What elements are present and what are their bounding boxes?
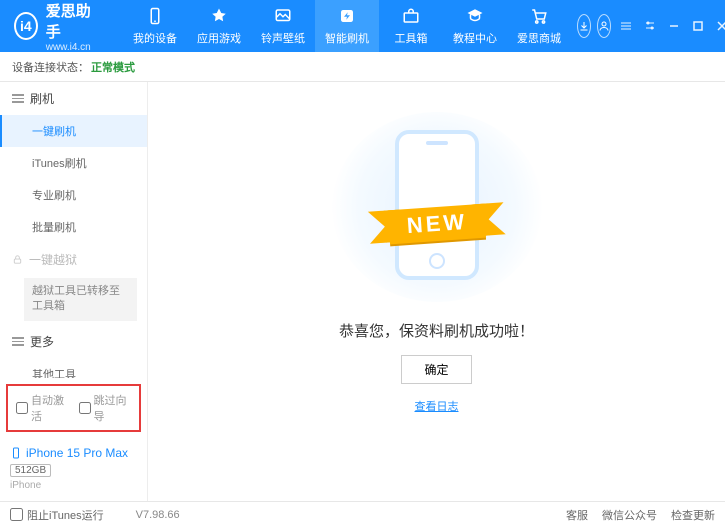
sidebar-cat-more[interactable]: 更多 <box>0 325 147 358</box>
logo-icon: i4 <box>14 12 38 40</box>
apps-icon <box>209 6 229 26</box>
sidebar-item-other[interactable]: 其他工具 <box>0 358 147 378</box>
nav-toolbox[interactable]: 工具箱 <box>379 0 443 52</box>
top-nav: 我的设备 应用游戏 铃声壁纸 智能刷机 工具箱 教程中心 爱思商城 <box>123 0 571 52</box>
device-info: iPhone 15 Pro Max 512GB iPhone <box>0 440 147 501</box>
status-value: 正常模式 <box>91 59 135 75</box>
graduation-icon <box>465 6 485 26</box>
hamburger-icon <box>12 94 24 103</box>
main-content: NEW 恭喜您，保资料刷机成功啦！ 确定 查看日志 <box>148 82 725 501</box>
new-ribbon: NEW <box>387 204 485 245</box>
nav-apps[interactable]: 应用游戏 <box>187 0 251 52</box>
connection-status-bar: 设备连接状态： 正常模式 <box>0 52 725 82</box>
skip-guide-checkbox[interactable]: 跳过向导 <box>79 392 132 424</box>
device-type: iPhone <box>10 480 137 491</box>
hamburger-icon <box>12 337 24 346</box>
nav-ringtones[interactable]: 铃声壁纸 <box>251 0 315 52</box>
device-name[interactable]: iPhone 15 Pro Max <box>10 446 137 460</box>
cart-icon <box>529 6 549 26</box>
window-controls <box>619 19 725 33</box>
toolbox-icon <box>401 6 421 26</box>
settings-icon[interactable] <box>643 19 657 33</box>
image-icon <box>273 6 293 26</box>
footer: 阻止iTunes运行 V7.98.66 客服 微信公众号 检查更新 <box>0 501 725 527</box>
maximize-button[interactable] <box>691 19 705 33</box>
phone-small-icon <box>10 447 22 459</box>
nav-my-device[interactable]: 我的设备 <box>123 0 187 52</box>
menu-icon[interactable] <box>619 19 633 33</box>
download-button[interactable] <box>577 14 591 38</box>
flash-icon <box>337 6 357 26</box>
footer-support[interactable]: 客服 <box>566 507 588 523</box>
auto-activate-checkbox[interactable]: 自动激活 <box>16 392 69 424</box>
close-button[interactable] <box>715 19 725 33</box>
app-logo: i4 爱思助手 www.i4.cn <box>14 0 95 53</box>
brand-url: www.i4.cn <box>46 42 95 53</box>
sidebar-item-oneclick[interactable]: 一键刷机 <box>0 115 147 147</box>
version-label: V7.98.66 <box>136 509 180 521</box>
user-button[interactable] <box>597 14 611 38</box>
confirm-button[interactable]: 确定 <box>401 355 471 384</box>
nav-tutorials[interactable]: 教程中心 <box>443 0 507 52</box>
block-itunes-checkbox[interactable]: 阻止iTunes运行 <box>10 507 104 523</box>
status-label: 设备连接状态： <box>12 59 89 75</box>
sidebar-cat-flash[interactable]: 刷机 <box>0 82 147 115</box>
success-message: 恭喜您，保资料刷机成功啦！ <box>339 320 534 341</box>
phone-icon <box>145 6 165 26</box>
sidebar: 刷机 一键刷机 iTunes刷机 专业刷机 批量刷机 一键越狱 越狱工具已转移至… <box>0 82 148 501</box>
title-bar: i4 爱思助手 www.i4.cn 我的设备 应用游戏 铃声壁纸 智能刷机 工具… <box>0 0 725 52</box>
device-storage: 512GB <box>10 464 51 477</box>
sidebar-cat-jailbreak: 一键越狱 <box>0 243 147 276</box>
sidebar-item-batch[interactable]: 批量刷机 <box>0 211 147 243</box>
brand-name: 爱思助手 <box>46 0 95 42</box>
sidebar-item-pro[interactable]: 专业刷机 <box>0 179 147 211</box>
footer-update[interactable]: 检查更新 <box>671 507 715 523</box>
sidebar-jail-note: 越狱工具已转移至工具箱 <box>24 278 137 321</box>
sidebar-options-highlight: 自动激活 跳过向导 <box>6 384 141 432</box>
view-log-link[interactable]: 查看日志 <box>415 398 459 414</box>
minimize-button[interactable] <box>667 19 681 33</box>
lock-icon <box>12 254 23 265</box>
success-illustration: NEW <box>332 112 542 302</box>
footer-wechat[interactable]: 微信公众号 <box>602 507 657 523</box>
nav-store[interactable]: 爱思商城 <box>507 0 571 52</box>
nav-flash[interactable]: 智能刷机 <box>315 0 379 52</box>
sidebar-item-itunes[interactable]: iTunes刷机 <box>0 147 147 179</box>
